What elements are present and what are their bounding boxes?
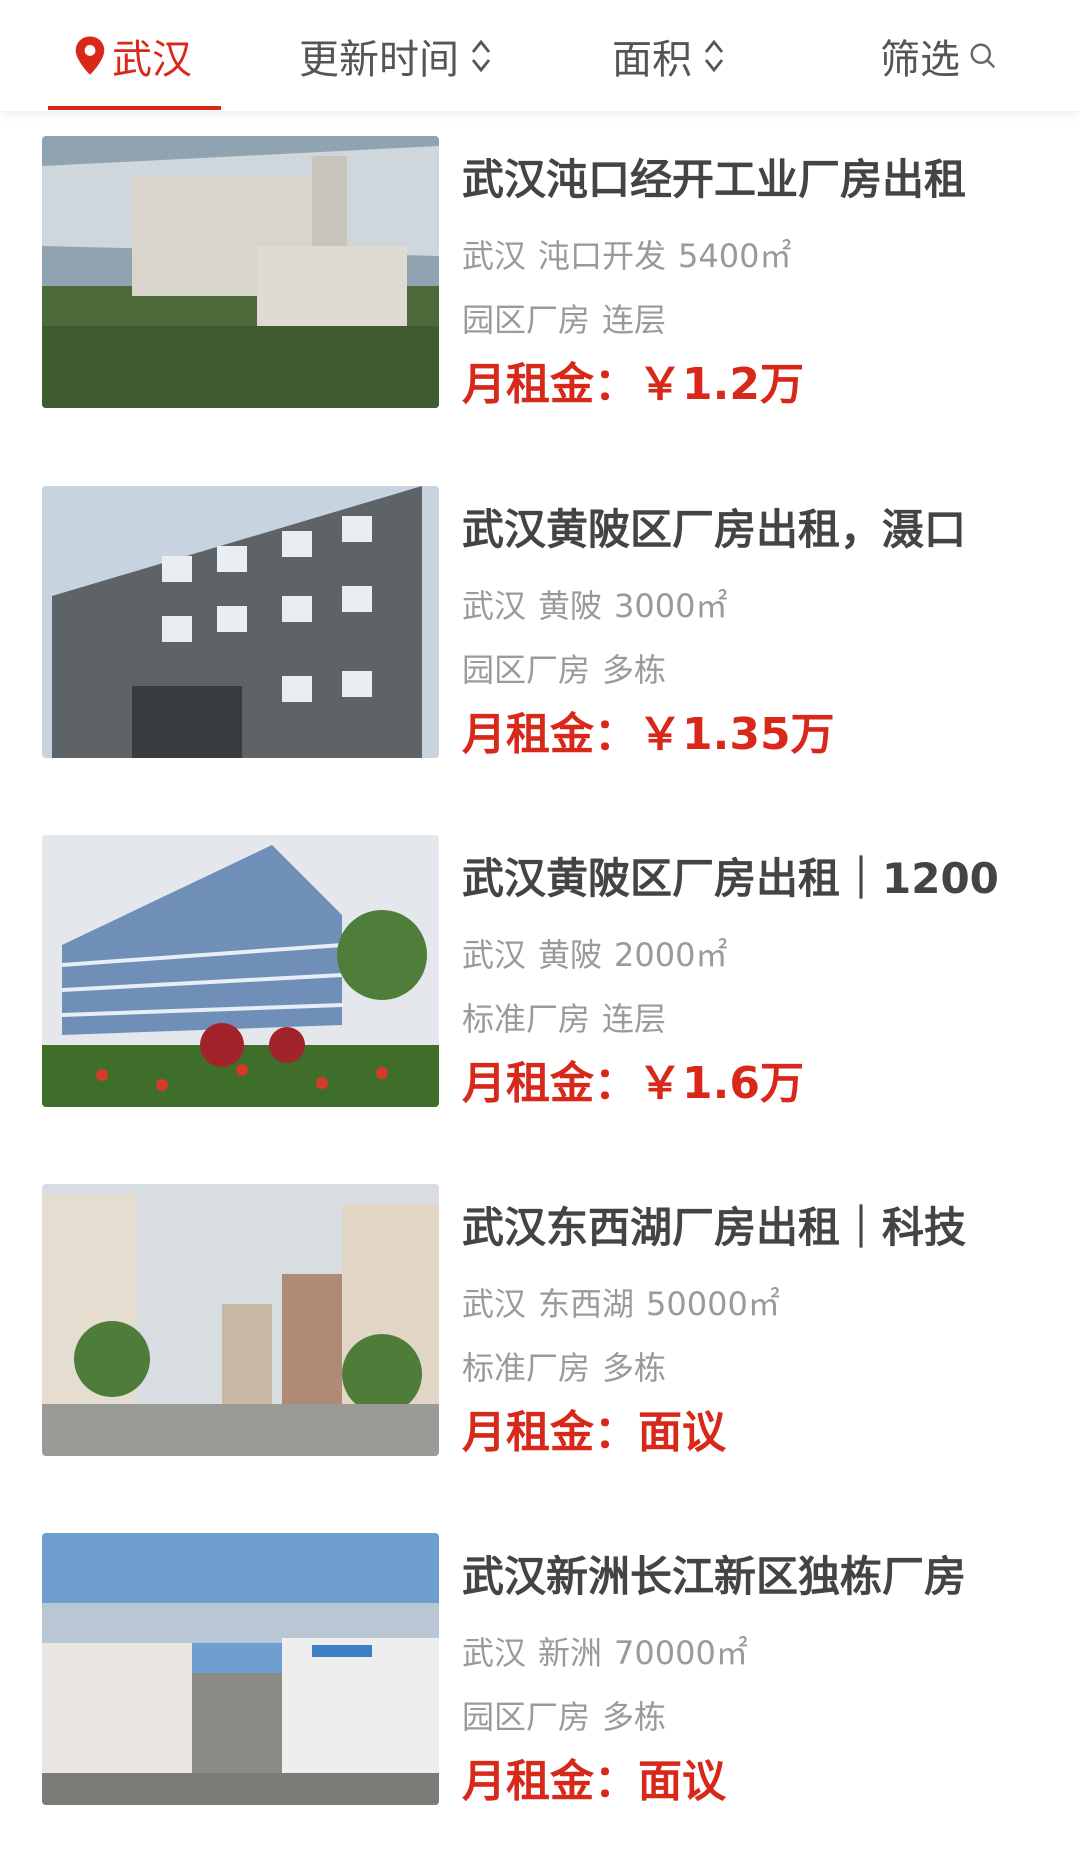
listing-category: 园区厂房 — [462, 651, 591, 689]
listing-meta: 武汉 沌口开发 5400㎡ — [462, 234, 1038, 278]
listing-area: 3000㎡ — [614, 587, 728, 625]
listing-tags: 标准厂房 多栋 — [462, 1346, 1038, 1390]
listing-meta: 武汉 东西湖 50000㎡ — [462, 1282, 1038, 1326]
listing-thumbnail[interactable] — [42, 1184, 439, 1456]
listing-thumbnail[interactable] — [42, 136, 439, 408]
filter-bar: 武汉 更新时间 面积 筛选 — [0, 0, 1080, 112]
listing-item[interactable]: 武汉东西湖厂房出租｜科技 武汉 东西湖 50000㎡ 标准厂房 多栋 月租金：面议 — [0, 1160, 1080, 1458]
sort-by-update-time[interactable]: 更新时间 — [299, 24, 493, 88]
area-sort-label: 面积 — [612, 37, 692, 83]
listing-city: 武汉 — [462, 587, 527, 625]
listing-meta: 武汉 新洲 70000㎡ — [462, 1631, 1038, 1675]
city-label: 武汉 — [112, 37, 192, 83]
listing-item[interactable]: 武汉黄陂区厂房出租｜1200 武汉 黄陂 2000㎡ 标准厂房 连层 月租金：￥1.6… — [0, 811, 1080, 1109]
listing-floor-type: 多栋 — [602, 1698, 667, 1736]
factory-photo — [42, 835, 439, 1107]
city-selector[interactable]: 武汉 — [72, 24, 192, 88]
listing-thumbnail[interactable] — [42, 486, 439, 758]
search-icon — [970, 43, 996, 69]
listing-district: 黄陂 — [538, 936, 603, 974]
listing-item[interactable]: 武汉新洲长江新区独栋厂房 武汉 新洲 70000㎡ 园区厂房 多栋 月租金：面议 — [0, 1509, 1080, 1807]
price-label: 月租金： — [462, 1407, 638, 1458]
listing-thumbnail[interactable] — [42, 835, 439, 1107]
listing-price: 月租金：￥1.2万 — [462, 356, 1038, 414]
listing-floor-type: 连层 — [602, 1000, 667, 1038]
active-tab-underline — [48, 106, 221, 110]
location-pin-icon — [75, 36, 105, 75]
listing-thumbnail[interactable] — [42, 1533, 439, 1805]
filter-label: 筛选 — [880, 37, 960, 83]
listing-district: 东西湖 — [538, 1285, 635, 1323]
listing-item[interactable]: 武汉沌口经开工业厂房出租 武汉 沌口开发 5400㎡ 园区厂房 连层 月租金：￥1.2… — [0, 112, 1080, 410]
listing-city: 武汉 — [462, 936, 527, 974]
listing-tags: 园区厂房 多栋 — [462, 1695, 1038, 1739]
listing-price: 月租金：￥1.35万 — [462, 706, 1038, 764]
price-label: 月租金： — [462, 1756, 638, 1807]
listing-meta: 武汉 黄陂 2000㎡ — [462, 933, 1038, 977]
listing-floor-type: 多栋 — [602, 651, 667, 689]
listing-title[interactable]: 武汉沌口经开工业厂房出租 — [462, 152, 1038, 208]
listing-tags: 标准厂房 连层 — [462, 997, 1038, 1041]
listing-district: 新洲 — [538, 1634, 603, 1672]
price-value: 面议 — [638, 1756, 726, 1807]
listing-tags: 园区厂房 连层 — [462, 298, 1038, 342]
listing-title[interactable]: 武汉新洲长江新区独栋厂房 — [462, 1549, 1038, 1605]
price-value: ￥1.35万 — [638, 709, 835, 760]
listing-city: 武汉 — [462, 1285, 527, 1323]
factory-photo — [42, 486, 439, 758]
price-label: 月租金： — [462, 1058, 638, 1109]
listing-floor-type: 连层 — [602, 301, 667, 339]
listing-district: 沌口开发 — [538, 237, 667, 275]
listing-tags: 园区厂房 多栋 — [462, 648, 1038, 692]
price-label: 月租金： — [462, 709, 638, 760]
listing-item[interactable]: 武汉黄陂区厂房出租，滠口 武汉 黄陂 3000㎡ 园区厂房 多栋 月租金：￥1.35万 — [0, 462, 1080, 760]
listing-title[interactable]: 武汉黄陂区厂房出租，滠口 — [462, 502, 1038, 558]
price-value: ￥1.6万 — [638, 1058, 804, 1109]
factory-photo — [42, 136, 439, 408]
sort-updown-icon — [471, 39, 491, 73]
listing-category: 园区厂房 — [462, 1698, 591, 1736]
factory-photo — [42, 1533, 439, 1805]
listing-category: 标准厂房 — [462, 1349, 591, 1387]
listing-title[interactable]: 武汉黄陂区厂房出租｜1200 — [462, 851, 1038, 907]
listing-area: 50000㎡ — [646, 1285, 780, 1323]
listing-city: 武汉 — [462, 237, 527, 275]
listing-city: 武汉 — [462, 1634, 527, 1672]
sort-time-label: 更新时间 — [299, 37, 459, 83]
price-label: 月租金： — [462, 359, 638, 410]
price-value: ￥1.2万 — [638, 359, 804, 410]
listing-price: 月租金：面议 — [462, 1404, 1038, 1462]
listing-category: 园区厂房 — [462, 301, 591, 339]
factory-photo — [42, 1184, 439, 1456]
listing-meta: 武汉 黄陂 3000㎡ — [462, 584, 1038, 628]
sort-by-area[interactable]: 面积 — [612, 24, 726, 88]
listing-area: 5400㎡ — [678, 237, 792, 275]
listing-title[interactable]: 武汉东西湖厂房出租｜科技 — [462, 1200, 1038, 1256]
sort-updown-icon — [704, 39, 724, 73]
price-value: 面议 — [638, 1407, 726, 1458]
listing-price: 月租金：面议 — [462, 1753, 1038, 1811]
listing-area: 2000㎡ — [614, 936, 728, 974]
listing-price: 月租金：￥1.6万 — [462, 1055, 1038, 1113]
listing-area: 70000㎡ — [614, 1634, 748, 1672]
filter-button[interactable]: 筛选 — [880, 24, 998, 88]
listing-district: 黄陂 — [538, 587, 603, 625]
listing-category: 标准厂房 — [462, 1000, 591, 1038]
listing-floor-type: 多栋 — [602, 1349, 667, 1387]
